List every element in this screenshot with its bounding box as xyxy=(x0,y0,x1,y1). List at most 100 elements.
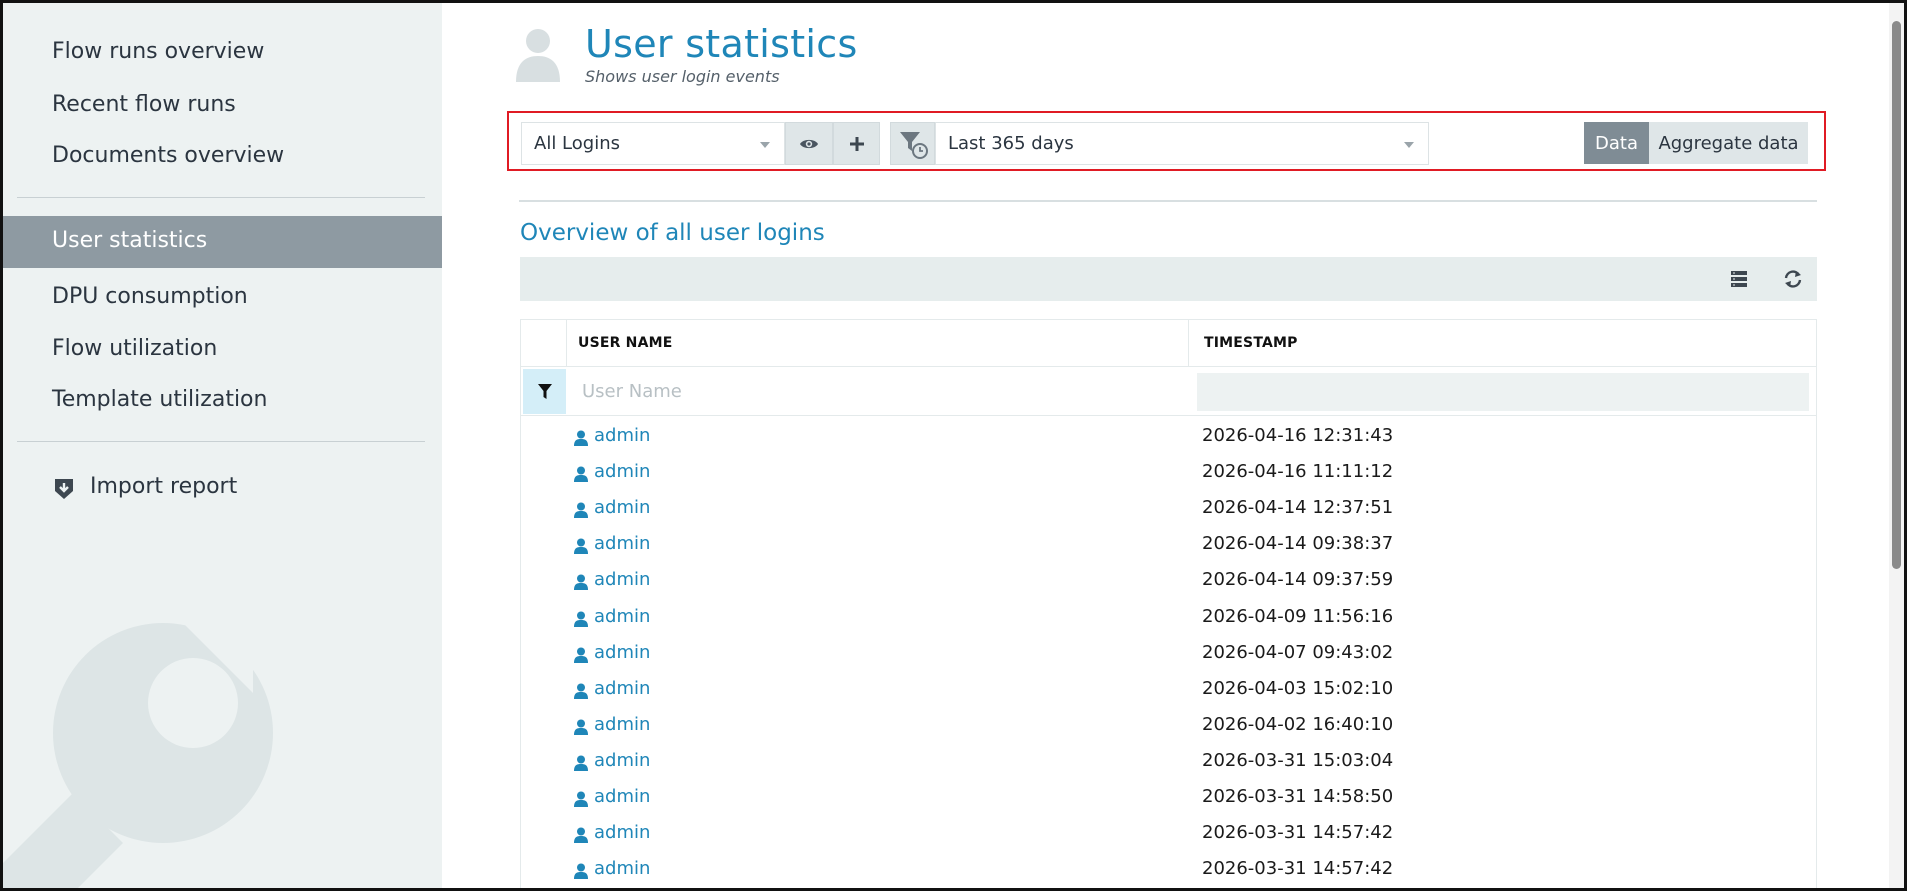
user-icon xyxy=(574,755,588,771)
filter-clock-icon xyxy=(899,131,928,159)
timestamp-cell: 2026-04-14 09:38:37 xyxy=(1202,533,1394,555)
timestamp-cell: 2026-04-14 09:37:59 xyxy=(1202,569,1394,591)
sidebar-item-flow-runs-overview[interactable]: Flow runs overview xyxy=(52,39,264,64)
user-name-link[interactable]: admin xyxy=(594,642,650,663)
user-icon xyxy=(574,538,588,555)
import-report-link[interactable]: Import report xyxy=(90,474,237,499)
sidebar-item-user-statistics[interactable]: User statistics xyxy=(3,216,442,268)
table-row: admin 2026-04-16 11:11:12 xyxy=(521,455,1816,491)
user-name-link[interactable]: admin xyxy=(594,678,650,699)
table-row: admin 2026-04-09 11:56:16 xyxy=(521,600,1816,636)
user-icon xyxy=(574,647,588,663)
time-filter-button[interactable] xyxy=(890,122,935,165)
scrollbar-thumb[interactable] xyxy=(1892,21,1901,569)
table-row: admin 2026-03-31 15:03:04 xyxy=(521,744,1816,780)
page-title: User statistics xyxy=(585,22,858,66)
table-row: admin 2026-04-07 09:43:02 xyxy=(521,636,1816,672)
sidebar-item-documents-overview[interactable]: Documents overview xyxy=(52,143,284,168)
sidebar-item-recent-flow-runs[interactable]: Recent flow runs xyxy=(52,92,236,117)
user-name-link[interactable]: admin xyxy=(594,425,650,446)
view-select[interactable]: All Logins xyxy=(521,122,785,165)
table-row: admin 2026-03-31 14:57:42 xyxy=(521,852,1816,888)
column-divider xyxy=(566,320,567,366)
filter-row xyxy=(521,366,1816,416)
timestamp-cell: 2026-04-16 11:11:12 xyxy=(1202,461,1394,483)
timestamp-cell: 2026-04-16 12:31:43 xyxy=(1202,425,1394,446)
timestamp-filter-field[interactable] xyxy=(1197,373,1809,411)
user-icon xyxy=(574,827,588,844)
add-view-button[interactable] xyxy=(833,122,880,165)
user-name-link[interactable]: admin xyxy=(594,858,650,879)
user-icon xyxy=(574,502,588,519)
sidebar-divider xyxy=(17,197,425,198)
user-icon xyxy=(574,574,588,591)
user-icon xyxy=(574,719,588,735)
tab-data[interactable]: Data xyxy=(1584,122,1649,164)
user-name-link[interactable]: admin xyxy=(594,606,650,627)
user-name-filter-input[interactable] xyxy=(576,369,1096,414)
sidebar-item-dpu-consumption[interactable]: DPU consumption xyxy=(52,284,248,309)
sidebar-divider xyxy=(17,441,425,442)
column-header-timestamp[interactable]: TIMESTAMP xyxy=(1204,320,1298,366)
funnel-icon xyxy=(537,383,552,399)
view-select-value: All Logins xyxy=(534,133,620,154)
timestamp-cell: 2026-03-31 14:57:42 xyxy=(1202,822,1394,844)
user-name-link[interactable]: admin xyxy=(594,714,650,735)
sidebar: Flow runs overview Recent flow runs Docu… xyxy=(3,3,442,888)
user-name-link[interactable]: admin xyxy=(594,786,650,807)
user-icon xyxy=(574,466,588,483)
period-select[interactable]: Last 365 days xyxy=(935,122,1429,165)
divider xyxy=(519,200,1817,202)
user-name-link[interactable]: admin xyxy=(594,822,650,843)
logins-table: USER NAME TIMESTAMP admin 2026-04-16 12:3… xyxy=(520,319,1817,891)
table-row: admin 2026-04-16 12:31:43 xyxy=(521,419,1816,455)
section-title: Overview of all user logins xyxy=(520,220,825,246)
tab-aggregate-data[interactable]: Aggregate data xyxy=(1649,122,1808,164)
user-icon xyxy=(574,863,588,880)
user-name-link[interactable]: admin xyxy=(594,497,650,518)
sidebar-item-template-utilization[interactable]: Template utilization xyxy=(52,387,267,412)
user-icon xyxy=(574,611,588,627)
user-name-link[interactable]: admin xyxy=(594,533,650,554)
timestamp-cell: 2026-03-31 14:58:50 xyxy=(1202,786,1394,807)
table-row: admin 2026-04-14 09:37:59 xyxy=(521,563,1816,599)
timestamp-cell: 2026-04-09 11:56:16 xyxy=(1202,605,1394,627)
timestamp-cell: 2026-03-31 15:03:04 xyxy=(1202,749,1394,771)
refresh-icon[interactable] xyxy=(1780,267,1806,291)
column-header-user-name[interactable]: USER NAME xyxy=(578,320,673,366)
download-shield-icon xyxy=(55,479,73,499)
chevron-down-icon xyxy=(1404,142,1414,148)
timestamp-cell: 2026-03-31 14:57:42 xyxy=(1202,858,1394,880)
user-icon xyxy=(574,683,588,699)
filter-button[interactable] xyxy=(523,369,566,414)
user-icon xyxy=(574,791,588,807)
table-row: admin 2026-03-31 14:58:50 xyxy=(521,780,1816,816)
columns-icon[interactable] xyxy=(1726,267,1752,291)
user-name-link[interactable]: admin xyxy=(594,461,650,482)
grid-toolbar xyxy=(520,257,1817,301)
view-button[interactable] xyxy=(785,122,833,165)
page-subtitle: Shows user login events xyxy=(585,67,780,86)
table-row: admin 2026-04-14 12:37:51 xyxy=(521,491,1816,527)
timestamp-cell: 2026-04-03 15:02:10 xyxy=(1202,677,1394,699)
sidebar-item-flow-utilization[interactable]: Flow utilization xyxy=(52,336,217,361)
chevron-down-icon xyxy=(760,142,770,148)
user-icon xyxy=(574,430,588,446)
eye-icon xyxy=(800,139,818,148)
table-row: admin 2026-03-31 14:57:42 xyxy=(521,816,1816,852)
column-divider xyxy=(1188,320,1189,366)
timestamp-cell: 2026-04-07 09:43:02 xyxy=(1202,641,1394,663)
user-name-link[interactable]: admin xyxy=(594,750,650,771)
table-row: admin 2026-04-03 15:02:10 xyxy=(521,672,1816,708)
timestamp-cell: 2026-04-14 12:37:51 xyxy=(1202,497,1394,519)
table-row: admin 2026-04-02 16:40:10 xyxy=(521,708,1816,744)
timestamp-cell: 2026-04-02 16:40:10 xyxy=(1202,713,1394,735)
period-select-value: Last 365 days xyxy=(948,133,1074,154)
scrollbar[interactable] xyxy=(1889,3,1904,888)
user-name-link[interactable]: admin xyxy=(594,569,650,590)
table-row: admin 2026-04-14 09:38:37 xyxy=(521,527,1816,563)
user-avatar-icon xyxy=(516,29,560,82)
wrench-watermark-icon xyxy=(3,623,273,888)
sidebar-item-label: User statistics xyxy=(52,228,208,253)
plus-icon xyxy=(849,136,864,151)
